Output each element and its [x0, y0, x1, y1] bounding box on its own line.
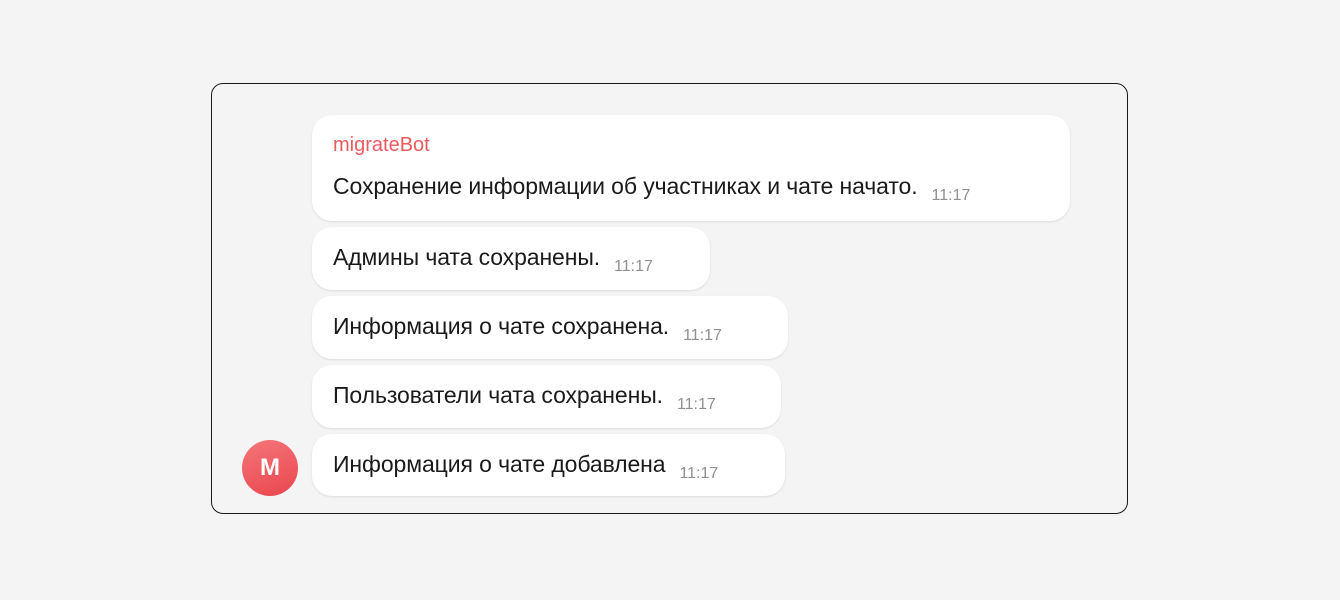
message-text: Админы чата сохранены.: [333, 244, 601, 270]
avatar[interactable]: M: [242, 440, 298, 496]
message-bubble[interactable]: Информация о чате сохранена. 11:17: [312, 296, 788, 359]
message-text: Информация о чате добавлена: [333, 451, 666, 477]
message-text: Информация о чате сохранена.: [333, 313, 670, 339]
message-time: 11:17: [676, 396, 716, 413]
message-time: 11:17: [683, 327, 722, 344]
message-time: 11:17: [679, 465, 719, 482]
avatar-letter: M: [260, 454, 280, 481]
message-time: 11:17: [931, 187, 971, 204]
sender-name[interactable]: migrateBot: [333, 135, 430, 155]
message-text: Сохранение информации об участниках и ча…: [333, 173, 918, 199]
chat-window: migrateBot Сохранение информации об учас…: [211, 83, 1128, 514]
message-time: 11:17: [614, 258, 653, 275]
message-bubble[interactable]: Информация о чате добавлена 11:17: [312, 434, 785, 496]
message-text: Пользователи чата сохранены.: [333, 382, 663, 408]
message-bubble[interactable]: Пользователи чата сохранены. 11:17: [312, 365, 781, 428]
message-bubble[interactable]: migrateBot Сохранение информации об учас…: [312, 115, 1070, 221]
message-bubble[interactable]: Админы чата сохранены. 11:17: [312, 227, 710, 290]
